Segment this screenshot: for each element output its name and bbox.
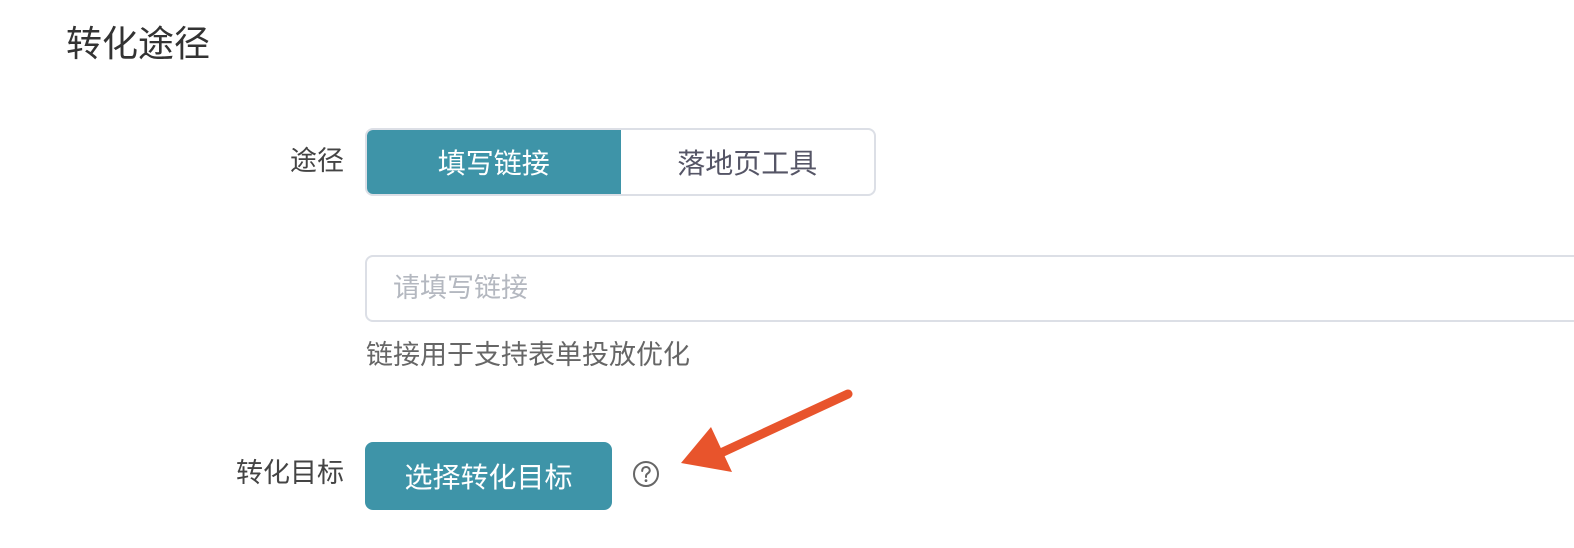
- conversion-goal-label: 转化目标: [236, 458, 344, 489]
- annotation-arrow-icon: [681, 389, 853, 472]
- landing-page-tool-option[interactable]: 落地页工具: [621, 130, 875, 194]
- link-help-text: 链接用于支持表单投放优化: [366, 340, 690, 371]
- section-title: 转化途径: [66, 24, 211, 65]
- question-circle-icon[interactable]: [632, 460, 660, 488]
- path-segmented-control: 填写链接 落地页工具: [365, 128, 876, 196]
- link-input[interactable]: [365, 255, 1574, 322]
- fill-link-option[interactable]: 填写链接: [367, 130, 621, 194]
- select-conversion-goal-button[interactable]: 选择转化目标: [365, 442, 612, 510]
- path-label: 途径: [290, 146, 344, 177]
